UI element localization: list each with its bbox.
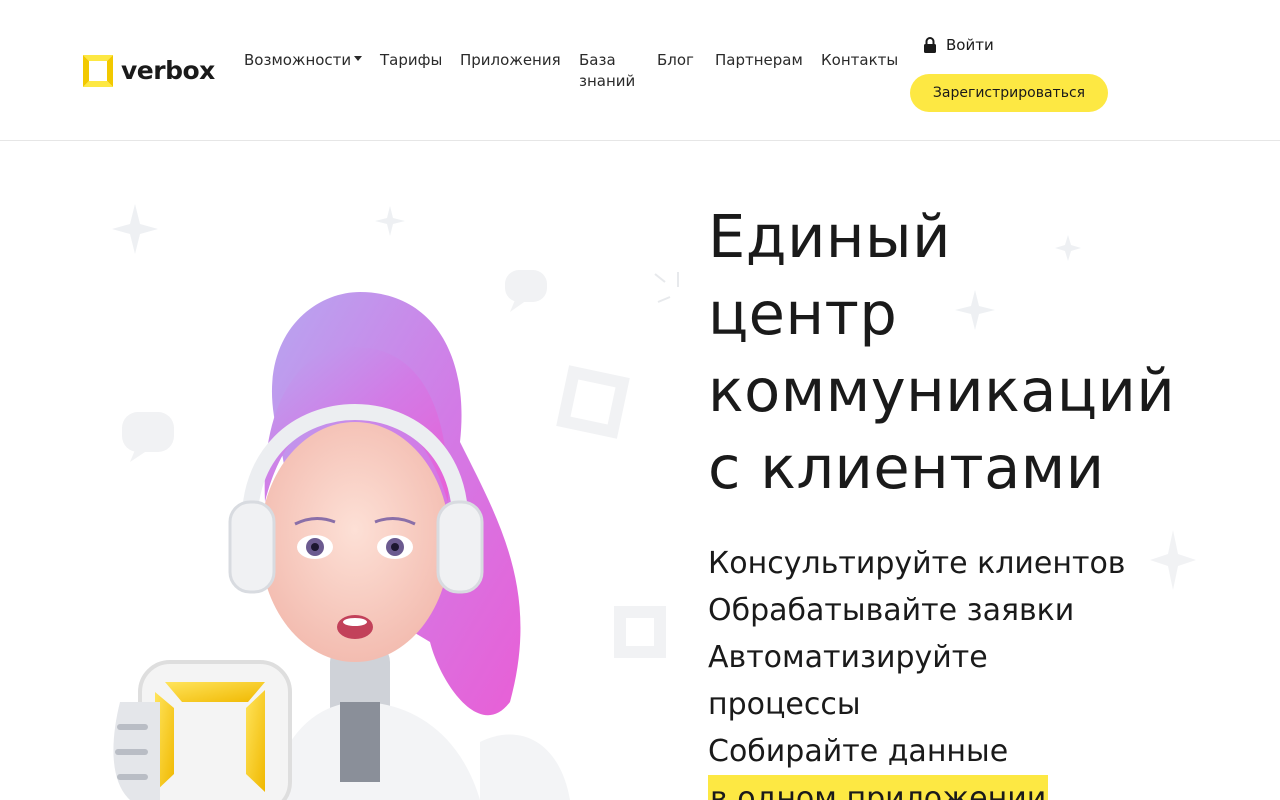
logo-wordmark: verbox [121, 56, 215, 85]
benefit-item: Обрабатывайте заявки [708, 593, 1075, 628]
hero-title: Единый центр коммуникаций с клиентами [708, 198, 1228, 506]
benefit-item: Консультируйте клиентов [708, 546, 1126, 581]
register-button[interactable]: Зарегистрироваться [910, 74, 1108, 112]
hero-title-line: с клиентами [708, 433, 1105, 502]
hero-title-line: центр [708, 279, 898, 348]
site-header: verbox Возможности Тарифы Приложения Баз… [0, 0, 1280, 141]
logo-mark-icon [83, 55, 113, 87]
benefit-highlight: в одном приложении [708, 775, 1049, 800]
login-link[interactable]: Войти [923, 36, 994, 54]
nav-item-knowledge-base[interactable]: База знаний [579, 50, 635, 92]
lock-icon [923, 37, 937, 53]
benefit-item: Собирайте данные [708, 734, 1009, 769]
nav-item-partners[interactable]: Партнерам [715, 50, 803, 71]
caret-down-icon [354, 56, 363, 61]
nav-item-label: Возможности [244, 51, 352, 69]
hero-illustration [80, 142, 680, 800]
nav-item-pricing[interactable]: Тарифы [380, 50, 442, 71]
nav-item-apps[interactable]: Приложения [460, 50, 561, 71]
nav-item-blog[interactable]: Блог [657, 50, 694, 71]
nav-item-contacts[interactable]: Контакты [821, 50, 898, 71]
hero-title-line: коммуникаций [708, 356, 1176, 425]
verbox-logo[interactable]: verbox [83, 55, 215, 87]
nav-item-features[interactable]: Возможности [244, 50, 363, 71]
benefit-item: процессы [708, 687, 861, 722]
hero-title-line: Единый [708, 202, 951, 271]
hero-benefits: Консультируйте клиентов Обрабатывайте за… [708, 540, 1228, 800]
login-label: Войти [946, 36, 994, 54]
robot-assistant-illustration [112, 204, 679, 800]
benefit-item: Автоматизируйте [708, 640, 988, 675]
